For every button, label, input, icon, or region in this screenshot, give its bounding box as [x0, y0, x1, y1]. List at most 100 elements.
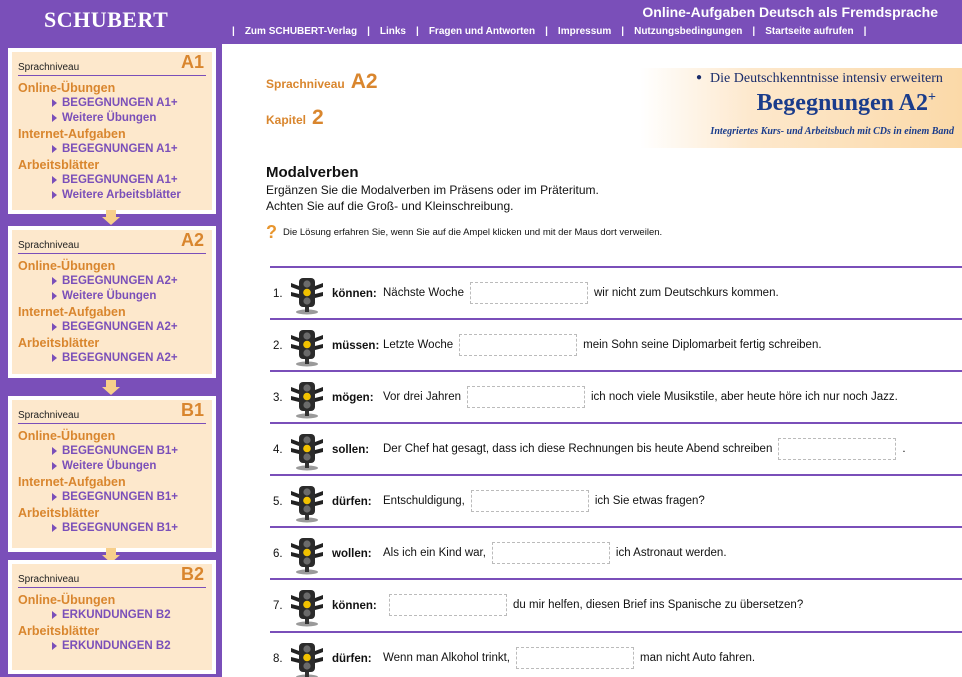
answer-input[interactable] [469, 282, 588, 304]
item-number: 2. [273, 340, 283, 352]
instruction-line: Ergänzen Sie die Modalverben im Präsens … [266, 183, 599, 197]
top-navigation: | Zum SCHUBERT-Verlag | Links | Fragen u… [222, 26, 876, 37]
nav-link-links[interactable]: Links [380, 26, 406, 37]
traffic-light-icon[interactable] [287, 327, 327, 367]
sidebar-link[interactable]: BEGEGNUNGEN A2+ [18, 351, 206, 366]
sentence-after: wir nicht zum Deutschkurs kommen. [593, 287, 779, 299]
nav-separator: | [752, 26, 756, 37]
traffic-light-icon[interactable] [287, 275, 327, 315]
level-label: Sprachniveau [18, 62, 80, 73]
site-title: Online-Aufgaben Deutsch als Fremdsprache [642, 4, 938, 20]
sentence: du mir helfen, diesen Brief ins Spanisch… [383, 594, 803, 616]
nav-separator: | [621, 26, 625, 37]
nav-separator: | [416, 26, 419, 37]
level-box-b2: Sprachniveau B2 Online-Übungen ERKUNDUNG… [8, 560, 216, 674]
answer-input[interactable] [459, 334, 578, 356]
section-online-uebungen[interactable]: Online-Übungen [18, 80, 206, 96]
sidebar-link[interactable]: BEGEGNUNGEN A1+ [18, 96, 206, 111]
section-internet-aufgaben[interactable]: Internet-Aufgaben [18, 474, 206, 490]
sentence-after: ich noch viele Musikstile, aber heute hö… [591, 391, 898, 403]
traffic-light-icon[interactable] [287, 431, 327, 471]
sidebar-link[interactable]: BEGEGNUNGEN A2+ [18, 274, 206, 289]
banner-title: Begegnungen A2+ [756, 90, 936, 116]
sentence-before: Wenn man Alkohol trinkt, [383, 652, 510, 664]
item-number: 4. [273, 444, 283, 456]
book-banner[interactable]: Die Deutschkenntnisse intensiv erweitern… [640, 68, 962, 148]
sidebar-link[interactable]: BEGEGNUNGEN B1+ [18, 444, 206, 459]
sidebar-link[interactable]: Weitere Übungen [18, 459, 206, 474]
sentence: Entschuldigung, ich Sie etwas fragen? [383, 490, 705, 512]
answer-input[interactable] [491, 542, 610, 564]
answer-input[interactable] [467, 386, 585, 408]
sentence-before: Nächste Woche [383, 287, 464, 299]
answer-input[interactable] [470, 490, 589, 512]
item-number: 6. [273, 548, 283, 560]
answer-input[interactable] [778, 438, 897, 460]
section-online-uebungen[interactable]: Online-Übungen [18, 592, 206, 608]
sentence-before: Der Chef hat gesagt, dass ich diese Rech… [383, 443, 773, 455]
modal-verb-label: dürfen: [332, 496, 372, 508]
traffic-light-icon[interactable] [287, 535, 327, 575]
banner-subtitle: Integriertes Kurs- und Arbeitsbuch mit C… [710, 126, 954, 137]
sidebar-link[interactable]: BEGEGNUNGEN B1+ [18, 521, 206, 536]
traffic-light-icon[interactable] [287, 483, 327, 523]
traffic-light-icon[interactable] [287, 587, 327, 627]
sidebar-link[interactable]: BEGEGNUNGEN A2+ [18, 320, 206, 335]
modal-verb-label: mögen: [332, 392, 374, 404]
exercise-row: 6. wollen: Als ich ein Kind war, ich Astron… [270, 526, 962, 578]
nav-separator: | [863, 26, 867, 37]
modal-verb-label: dürfen: [332, 653, 372, 665]
sentence-before: Als ich ein Kind war, [383, 547, 486, 559]
exercise-row: 3. mögen: Vor drei Jahren ich noch viele Mu… [270, 370, 962, 422]
modal-verb-label: können: [332, 600, 377, 612]
sentence-after: ich Astronaut werden. [615, 547, 727, 559]
level-code: B2 [180, 564, 204, 584]
modal-verb-label: wollen: [332, 548, 372, 560]
sidebar-link[interactable]: Weitere Übungen [18, 289, 206, 304]
nav-link-faq[interactable]: Fragen und Antworten [429, 26, 535, 37]
instruction-line: Achten Sie auf die Groß- und Kleinschrei… [266, 199, 514, 213]
section-arbeitsblaetter[interactable]: Arbeitsblätter [18, 623, 206, 639]
level-code: A1 [180, 52, 204, 72]
nav-link-verlag[interactable]: Zum SCHUBERT-Verlag [245, 26, 357, 37]
modal-verb-label: müssen: [332, 340, 380, 352]
level-code: A2 [180, 230, 204, 250]
banner-tagline: Die Deutschkenntnisse intensiv erweitern [696, 71, 943, 87]
answer-input[interactable] [389, 594, 507, 616]
chapter-heading: Kapitel 2 [266, 106, 324, 129]
schubert-logo[interactable]: SCHUBERT [44, 7, 168, 33]
exercise-row: 5. dürfen: Entschuldigung, ich Sie etwas fr… [270, 474, 962, 526]
sidebar-link[interactable]: Weitere Übungen [18, 111, 206, 126]
section-internet-aufgaben[interactable]: Internet-Aufgaben [18, 126, 206, 142]
nav-link-home[interactable]: Startseite aufrufen [765, 26, 853, 37]
sentence: Nächste Woche wir nicht zum Deutschkurs k… [383, 282, 779, 304]
level-box-a2: Sprachniveau A2 Online-Übungen BEGEGNUNG… [8, 226, 216, 378]
sidebar-link[interactable]: BEGEGNUNGEN B1+ [18, 490, 206, 505]
level-box-a1: Sprachniveau A1 Online-Übungen BEGEGNUNG… [8, 48, 216, 214]
section-arbeitsblaetter[interactable]: Arbeitsblätter [18, 335, 206, 351]
section-arbeitsblaetter[interactable]: Arbeitsblätter [18, 505, 206, 521]
sentence-before: Vor drei Jahren [383, 391, 461, 403]
sentence: Vor drei Jahren ich noch viele Musikstile… [383, 386, 898, 408]
sidebar-link[interactable]: BEGEGNUNGEN A1+ [18, 173, 206, 188]
section-arbeitsblaetter[interactable]: Arbeitsblätter [18, 157, 206, 173]
sidebar-link[interactable]: Weitere Arbeitsblätter [18, 188, 206, 203]
sentence: Der Chef hat gesagt, dass ich diese Rech… [383, 438, 906, 460]
item-number: 8. [273, 653, 283, 665]
traffic-light-icon[interactable] [287, 640, 327, 677]
sidebar-link[interactable]: ERKUNDUNGEN B2 [18, 608, 206, 623]
sidebar-link[interactable]: BEGEGNUNGEN A1+ [18, 142, 206, 157]
sentence-after: ich Sie etwas fragen? [594, 495, 705, 507]
exercise-row: 1. können: Nächste Woche wir nicht zum Deut… [270, 266, 962, 318]
answer-input[interactable] [516, 647, 634, 669]
nav-separator: | [545, 26, 548, 37]
modal-verb-label: sollen: [332, 444, 370, 456]
section-internet-aufgaben[interactable]: Internet-Aufgaben [18, 304, 206, 320]
sidebar-link[interactable]: ERKUNDUNGEN B2 [18, 639, 206, 654]
nav-link-impressum[interactable]: Impressum [558, 26, 611, 37]
traffic-light-icon[interactable] [287, 379, 327, 419]
section-online-uebungen[interactable]: Online-Übungen [18, 428, 206, 444]
exercise-row: 2. müssen: Letzte Woche mein Sohn seine Dip… [270, 318, 962, 370]
nav-link-terms[interactable]: Nutzungsbedingungen [634, 26, 742, 37]
section-online-uebungen[interactable]: Online-Übungen [18, 258, 206, 274]
